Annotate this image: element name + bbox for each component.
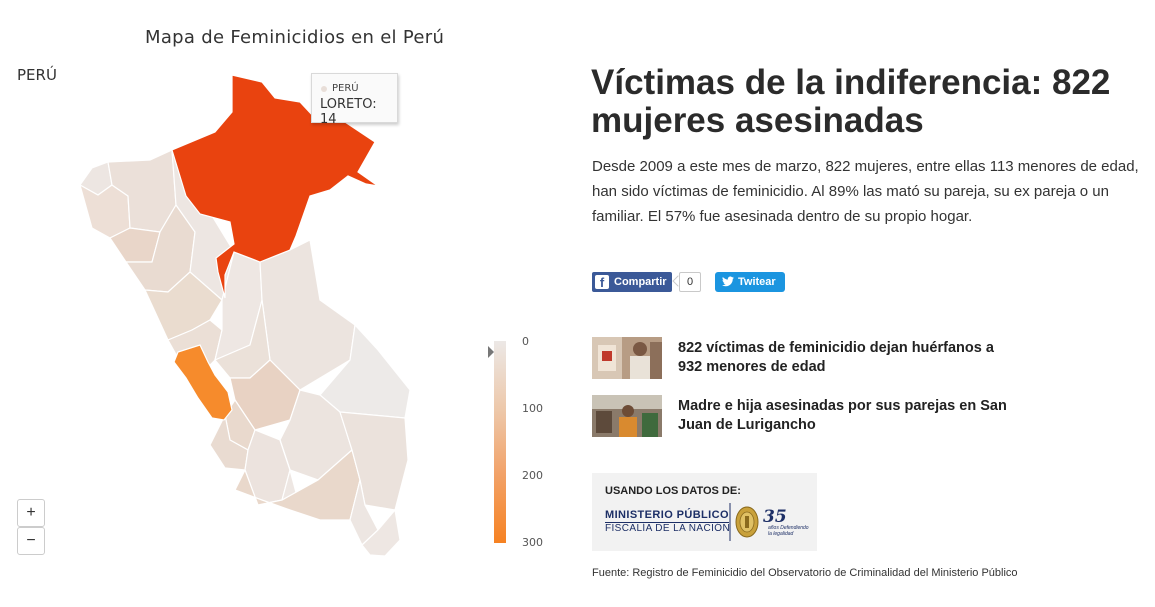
facebook-share-button[interactable]: f Compartir (592, 272, 672, 292)
article-intro: Desde 2009 a este mes de marzo, 822 muje… (592, 158, 1139, 225)
map-tooltip: PERÚ LORETO: 14 (311, 73, 398, 127)
anniversary-tagline: años Defendiendo la legalidad (768, 525, 809, 537)
data-source-box: USANDO LOS DATOS DE: MINISTERIO PÚBLICO … (592, 473, 817, 551)
related-article-2[interactable]: Madre e hija asesinadas por sus parejas … (592, 395, 1012, 439)
tooltip-region: PERÚ (332, 83, 359, 94)
related-article-1-title[interactable]: 822 víctimas de feminicidio dejan huérfa… (678, 339, 1008, 377)
facebook-icon: f (595, 275, 609, 290)
peru-map (79, 74, 411, 557)
related-article-2-title[interactable]: Madre e hija asesinadas por sus parejas … (678, 397, 1008, 435)
tooltip-value: LORETO: 14 (320, 97, 377, 127)
legend-tick-300: 300 (522, 536, 543, 549)
twitter-icon (722, 276, 734, 287)
data-source-label: USANDO LOS DATOS DE: (605, 485, 741, 497)
zoom-out-button[interactable]: − (17, 527, 45, 555)
region-piura[interactable] (79, 183, 131, 239)
facebook-share-label: Compartir (614, 276, 667, 288)
legend-tick-0: 0 (522, 335, 529, 348)
tooltip-color-dot (321, 86, 327, 92)
anniversary-number: 35 (763, 507, 787, 527)
legend-tick-200: 200 (522, 469, 543, 482)
related-article-1[interactable]: 822 víctimas de feminicidio dejan huérfa… (592, 337, 1012, 381)
zoom-in-button[interactable]: + (17, 499, 45, 527)
twitter-share-button[interactable]: Twitear (715, 272, 785, 292)
facebook-share-count: 0 (679, 272, 701, 292)
article-headline: Víctimas de la indiferencia: 822 mujeres… (591, 63, 1111, 140)
source-footnote: Fuente: Registro de Feminicidio del Obse… (592, 567, 1018, 579)
fiscalia-name: FISCALÍA DE LA NACIÓN (605, 523, 731, 534)
ministerio-publico-name: MINISTERIO PÚBLICO (605, 509, 729, 523)
ministerio-publico-seal-icon (729, 503, 759, 541)
map-panel: Mapa de Feminicidios en el Perú PERÚ PER… (0, 0, 560, 607)
related-article-2-thumbnail (592, 395, 662, 437)
legend-tick-100: 100 (522, 402, 543, 415)
twitter-share-label: Twitear (738, 276, 776, 288)
related-article-1-thumbnail (592, 337, 662, 379)
color-scale-legend (494, 341, 506, 543)
